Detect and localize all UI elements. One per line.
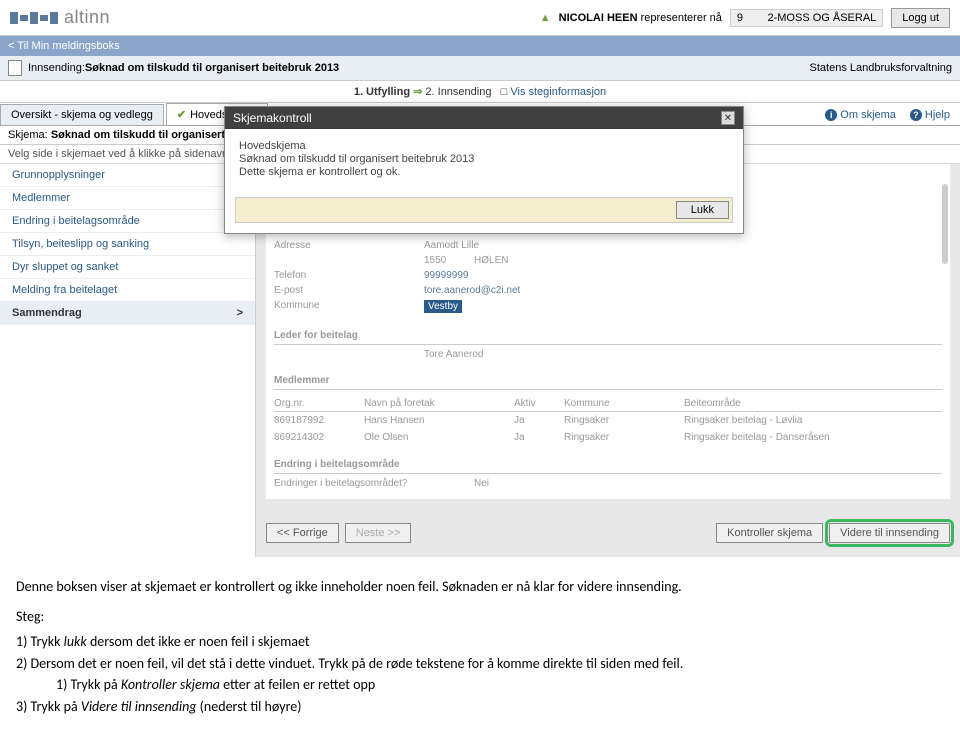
- kommune-value: Vestby: [424, 300, 462, 313]
- sidebar-item-tilsyn[interactable]: Tilsyn, beiteslipp og sanking: [0, 233, 255, 256]
- document-icon: [8, 60, 22, 76]
- check-icon: ✔: [177, 108, 186, 121]
- logout-button[interactable]: Logg ut: [891, 8, 950, 28]
- owner-label: Statens Landbruksforvaltning: [810, 62, 952, 74]
- modal-title: Skjemakontroll: [233, 111, 312, 125]
- leder-section-head: Leder for beitelag: [274, 327, 942, 345]
- step-3-text: 3) Trykk på Videre til innsending (neder…: [16, 697, 944, 717]
- step-1-text: 1) Trykk lukk dersom det ikke er noen fe…: [16, 632, 944, 652]
- close-icon[interactable]: ✕: [721, 111, 735, 125]
- step-2: 2. Innsending: [425, 86, 491, 98]
- kommune-label: Kommune: [274, 300, 424, 313]
- endring-question: Endringer i beitelagsområdet?: [274, 478, 474, 489]
- page-title: Innsending:Søknad om tilskudd til organi…: [28, 62, 339, 74]
- sidebar-item-endring[interactable]: Endring i beitelagsområde: [0, 210, 255, 233]
- brand-logo: altinn: [10, 7, 110, 28]
- tab-overview[interactable]: Oversikt - skjema og vedlegg: [0, 104, 164, 125]
- endring-section-head: Endring i beitelagsområde: [274, 456, 942, 474]
- represents-label: representerer nå: [641, 12, 722, 24]
- telefon-value: 99999999: [424, 270, 469, 281]
- endring-value: Nei: [474, 478, 489, 489]
- modal-line3: Dette skjema er kontrollert og ok.: [239, 166, 729, 178]
- table-row: 869187992 Hans Hansen Ja Ringsaker Rings…: [274, 412, 942, 429]
- modal-body: Hovedskjema Søknad om tilskudd til organ…: [225, 129, 743, 189]
- sidebar-item-dyr[interactable]: Dyr sluppet og sanket: [0, 256, 255, 279]
- info-icon: i: [825, 109, 837, 121]
- postnr-value: 1550 HØLEN: [424, 255, 509, 266]
- step-2-text: 2) Dersom det er noen feil, vil det stå …: [16, 654, 944, 674]
- app-header: altinn ▲ NICOLAI HEEN representerer nå 9…: [0, 0, 960, 36]
- title-bar: Innsending:Søknad om tilskudd til organi…: [0, 56, 960, 81]
- table-row: 869214302 Ole Olsen Ja Ringsaker Ringsak…: [274, 429, 942, 446]
- step-1: 1. Utfylling: [354, 86, 410, 98]
- sidebar-item-sammendrag[interactable]: Sammendrag >: [0, 302, 255, 325]
- epost-value: tore.aanerod@c2i.net: [424, 285, 520, 296]
- next-button: Neste >>: [345, 523, 412, 543]
- table-header: Org.nr. Navn på foretak Aktiv Kommune Be…: [274, 396, 942, 412]
- om-skjema-link[interactable]: iOm skjema: [825, 109, 896, 121]
- medlemmer-section-head: Medlemmer: [274, 372, 942, 390]
- user-icon: ▲: [540, 12, 551, 24]
- sidebar-item-medlemmer[interactable]: Medlemmer: [0, 187, 255, 210]
- help-icon: ?: [910, 109, 922, 121]
- hjelp-link[interactable]: ?Hjelp: [910, 109, 950, 121]
- modal-line2: Søknad om tilskudd til organisert beiteb…: [239, 153, 729, 165]
- telefon-label: Telefon: [274, 270, 424, 281]
- modal-header: Skjemakontroll ✕: [225, 107, 743, 129]
- instructions-block: Denne boksen viser at skjemaet er kontro…: [0, 557, 960, 733]
- lukk-button[interactable]: Lukk: [676, 201, 729, 219]
- sidebar-item-label: Sammendrag: [12, 307, 82, 319]
- instructions-intro: Denne boksen viser at skjemaet er kontro…: [16, 577, 944, 597]
- steg-label: Steg:: [16, 607, 944, 627]
- breadcrumb: < Til Min meldingsboks: [0, 36, 960, 56]
- adresse-value: Aamodt Lille: [424, 240, 479, 251]
- adresse-label: Adresse: [274, 240, 424, 251]
- arrow-icon: ⇒: [413, 86, 425, 98]
- nav-buttons-row: << Forrige Neste >> Kontroller skjema Vi…: [266, 519, 950, 547]
- logo-glyph: [10, 12, 58, 24]
- videre-button[interactable]: Videre til innsending: [829, 523, 950, 543]
- brand-name: altinn: [64, 7, 110, 28]
- user-name: NICOLAI HEEN: [559, 12, 638, 24]
- prev-button[interactable]: << Forrige: [266, 523, 339, 543]
- modal-footer: Lukk: [225, 189, 743, 233]
- kontroller-button[interactable]: Kontroller skjema: [716, 523, 823, 543]
- show-step-info-link[interactable]: Vis steginformasjon: [510, 86, 606, 98]
- step-2a-text: 1) Trykk på Kontroller skjema etter at f…: [56, 675, 944, 695]
- org-badge: 9 2-MOSS OG ÅSERAL: [730, 9, 883, 27]
- skjemakontroll-modal: Skjemakontroll ✕ Hovedskjema Søknad om t…: [224, 106, 744, 234]
- chevron-right-icon: >: [237, 307, 243, 319]
- sidebar: Grunnopplysninger Medlemmer Endring i be…: [0, 164, 256, 557]
- modal-line1: Hovedskjema: [239, 140, 729, 152]
- leder-value: Tore Aanerod: [424, 349, 484, 360]
- breadcrumb-back[interactable]: < Til Min meldingsboks: [8, 40, 120, 52]
- steps-bar: 1. Utfylling ⇒ 2. Innsending □ Vis stegi…: [0, 81, 960, 103]
- epost-label: E-post: [274, 285, 424, 296]
- scrollbar[interactable]: [942, 184, 948, 264]
- steps-sq: □: [501, 86, 508, 98]
- sidebar-item-melding[interactable]: Melding fra beitelaget: [0, 279, 255, 302]
- user-info: ▲ NICOLAI HEEN representerer nå 9 2-MOSS…: [540, 8, 950, 28]
- sidebar-item-grunnopplysninger[interactable]: Grunnopplysninger: [0, 164, 255, 187]
